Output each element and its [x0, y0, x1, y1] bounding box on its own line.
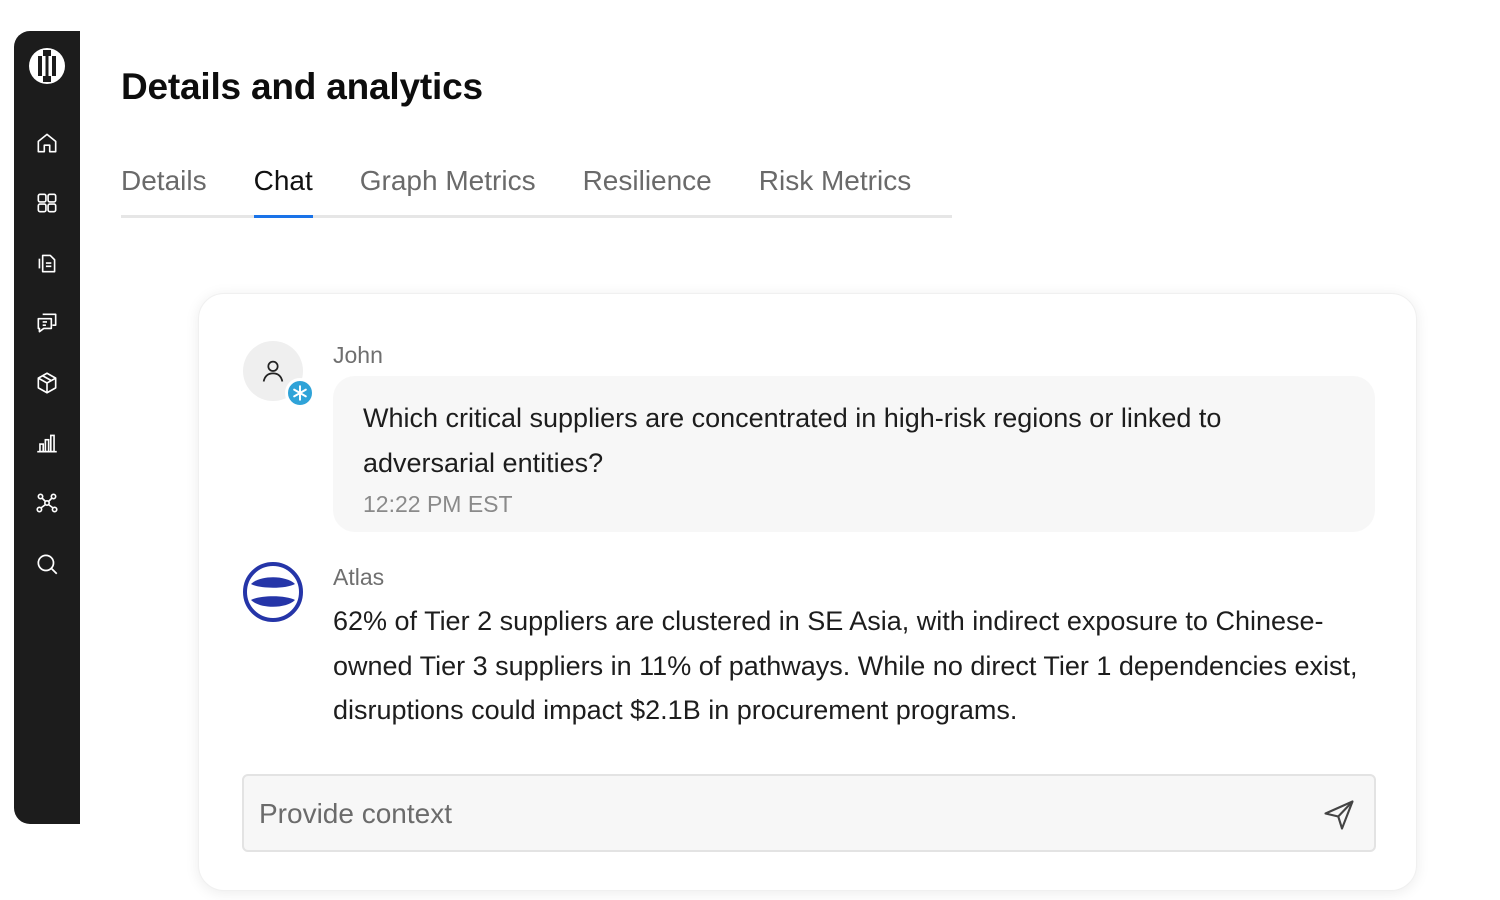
- message-sender: John: [333, 342, 383, 368]
- sidebar: [14, 31, 80, 824]
- tab-bar: Details Chat Graph Metrics Resilience Ri…: [121, 160, 952, 218]
- grid-icon[interactable]: [32, 188, 62, 218]
- page-title: Details and analytics: [121, 66, 483, 107]
- tab-details[interactable]: Details: [121, 160, 207, 215]
- tab-risk-metrics[interactable]: Risk Metrics: [759, 160, 911, 215]
- chat-panel: John Which critical suppliers are concen…: [198, 293, 1417, 891]
- user-message-bubble: Which critical suppliers are concentrate…: [333, 376, 1375, 532]
- chat-icon[interactable]: [32, 308, 62, 338]
- search-icon[interactable]: [32, 549, 62, 579]
- home-icon[interactable]: [32, 128, 62, 158]
- package-icon[interactable]: [32, 368, 62, 398]
- user-icon: [262, 360, 284, 382]
- send-icon: [1324, 800, 1354, 830]
- message-sender: Atlas: [333, 564, 385, 590]
- logo-icon[interactable]: [27, 46, 67, 86]
- atlas-avatar: [242, 561, 304, 623]
- atlas-logo-icon: [243, 562, 303, 622]
- tab-resilience[interactable]: Resilience: [583, 160, 712, 215]
- context-input[interactable]: [259, 794, 1289, 834]
- tab-chat[interactable]: Chat: [253, 160, 313, 218]
- snowflake-badge-icon: [285, 378, 315, 408]
- tab-graph-metrics[interactable]: Graph Metrics: [360, 160, 536, 215]
- message-text: Which critical suppliers are concentrate…: [363, 403, 1222, 478]
- network-icon[interactable]: [32, 488, 62, 518]
- message-text: 62% of Tier 2 suppliers are clustered in…: [333, 606, 1358, 725]
- message-timestamp: 12:22 PM EST: [363, 491, 513, 517]
- documents-icon[interactable]: [32, 248, 62, 278]
- context-input-box: [242, 774, 1376, 852]
- bar-chart-icon[interactable]: [32, 428, 62, 458]
- send-button[interactable]: [1320, 796, 1358, 834]
